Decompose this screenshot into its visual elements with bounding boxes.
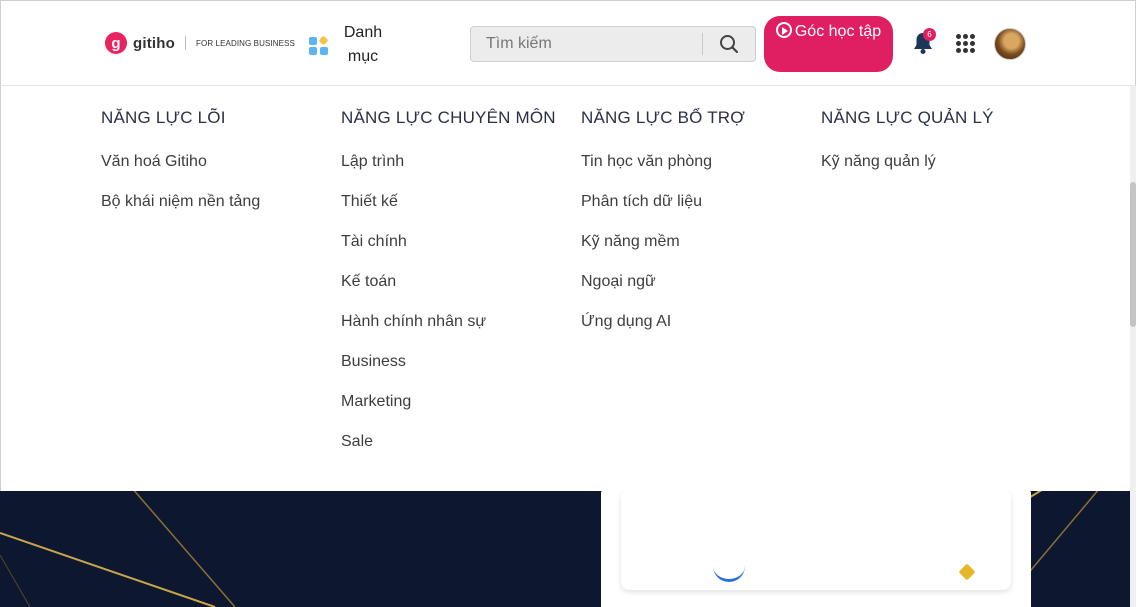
study-corner-button[interactable]: Góc học tập [764,16,893,72]
menu-column-supporting: NĂNG LỰC BỔ TRỢ Tin học văn phòng Phân t… [581,108,745,342]
menu-column-core: NĂNG LỰC LÕI Văn hoá Gitiho Bộ khái niệm… [101,108,260,222]
menu-heading-management: NĂNG LỰC QUẢN LÝ [821,108,994,127]
menu-item-marketing[interactable]: Marketing [341,382,556,422]
menu-item-sale[interactable]: Sale [341,422,556,462]
menu-item-soft-skills[interactable]: Kỹ năng mềm [581,222,745,262]
menu-item-office-it[interactable]: Tin học văn phòng [581,142,745,182]
menu-item-data-analysis[interactable]: Phân tích dữ liệu [581,182,745,222]
menu-item-hr-admin[interactable]: Hành chính nhân sự [341,302,556,342]
top-header: g gitiho FOR LEADING BUSINESS Danh mục G… [0,0,1136,86]
hero-card-gold-shape [958,563,976,581]
notification-count-badge: 6 [923,28,936,41]
menu-item-management-skills[interactable]: Kỹ năng quản lý [821,142,994,182]
search-button[interactable] [703,27,755,61]
study-corner-label: Góc học tập [794,23,882,40]
hero-card-inner [621,490,1011,590]
menu-item-ai-applications[interactable]: Ứng dụng AI [581,302,745,342]
hero-card-blue-shape [713,550,745,582]
logo-mark-icon: g [105,32,127,54]
notifications-button[interactable]: 6 [912,28,936,57]
category-grid-icon [307,34,329,56]
menu-item-programming[interactable]: Lập trình [341,142,556,182]
logo-separator [185,36,187,50]
category-label: Danh mục [343,24,383,65]
category-button[interactable]: Danh mục [307,21,385,69]
gitiho-logo[interactable]: g gitiho FOR LEADING BUSINESS [105,32,295,54]
menu-item-languages[interactable]: Ngoại ngữ [581,262,745,302]
search-input[interactable] [471,35,703,53]
menu-heading-professional: NĂNG LỰC CHUYÊN MÔN [341,108,556,127]
apps-grid-icon[interactable] [956,34,975,53]
page-scrollbar[interactable] [1130,86,1136,607]
menu-item-gitiho-culture[interactable]: Văn hoá Gitiho [101,142,260,182]
avatar[interactable] [994,28,1026,60]
hero-card [601,490,1031,607]
menu-item-accounting[interactable]: Kế toán [341,262,556,302]
menu-item-finance[interactable]: Tài chính [341,222,556,262]
menu-column-management: NĂNG LỰC QUẢN LÝ Kỹ năng quản lý [821,108,994,182]
category-mega-menu: NĂNG LỰC LÕI Văn hoá Gitiho Bộ khái niệm… [0,86,1131,491]
logo-text: gitiho [133,34,176,52]
menu-item-foundational-concepts[interactable]: Bộ khái niệm nền tảng [101,182,260,222]
menu-column-professional: NĂNG LỰC CHUYÊN MÔN Lập trình Thiết kế T… [341,108,556,462]
logo-tagline: FOR LEADING BUSINESS [196,38,295,48]
menu-heading-supporting: NĂNG LỰC BỔ TRỢ [581,108,746,127]
scrollbar-thumb[interactable] [1130,182,1136,327]
search-icon [720,35,739,54]
play-circle-icon [775,22,792,38]
menu-item-design[interactable]: Thiết kế [341,182,556,222]
search-box [470,26,756,62]
menu-heading-core: NĂNG LỰC LÕI [101,108,226,127]
menu-item-business[interactable]: Business [341,342,556,382]
